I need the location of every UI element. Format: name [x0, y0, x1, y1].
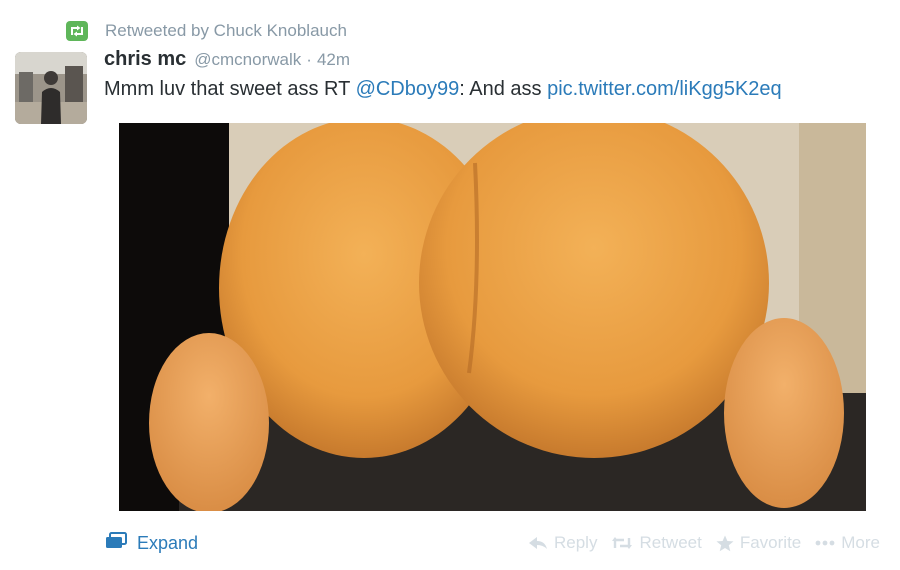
more-button[interactable]: More [815, 533, 880, 553]
more-label: More [841, 533, 880, 552]
tweet-actions: Reply Retweet Favorite More [514, 533, 880, 553]
tweet-header: chris mc @cmcnorwalk · 42m [104, 48, 350, 71]
user-fullname[interactable]: chris mc [104, 48, 186, 71]
reply-label: Reply [554, 533, 598, 552]
favorite-label: Favorite [739, 533, 802, 552]
retweet-icon [66, 21, 88, 41]
mention-link[interactable]: @CDboy99 [356, 78, 460, 100]
expand-label: Expand [137, 533, 199, 553]
reply-icon [528, 536, 548, 550]
tweet-text: Mmm luv that sweet ass RT @CDboy99: And … [104, 78, 782, 101]
avatar[interactable] [15, 52, 87, 124]
tweet-text-lead: Mmm luv that sweet ass RT [104, 78, 356, 100]
retweeter-link[interactable]: Retweeted by Chuck Knoblauch [105, 21, 347, 41]
retweet-button[interactable]: Retweet [611, 533, 702, 553]
star-icon [716, 535, 734, 552]
favorite-button[interactable]: Favorite [716, 533, 801, 553]
header-separator: · [306, 50, 312, 69]
more-dots-icon [815, 540, 835, 546]
tweet-media-photo[interactable] [119, 123, 866, 511]
tweet-text-middle: : And ass [459, 78, 548, 100]
tweet-timestamp[interactable]: 42m [317, 50, 350, 70]
retweet-action-icon [611, 536, 633, 550]
user-handle[interactable]: @cmcnorwalk [194, 50, 301, 70]
retweet-context: Retweeted by Chuck Knoblauch [66, 20, 347, 42]
retweet-label: Retweet [639, 533, 702, 552]
reply-button[interactable]: Reply [528, 533, 597, 553]
expand-button[interactable]: Expand [105, 532, 198, 555]
media-link[interactable]: pic.twitter.com/liKgg5K2eq [547, 78, 782, 100]
expand-icon [105, 532, 127, 555]
